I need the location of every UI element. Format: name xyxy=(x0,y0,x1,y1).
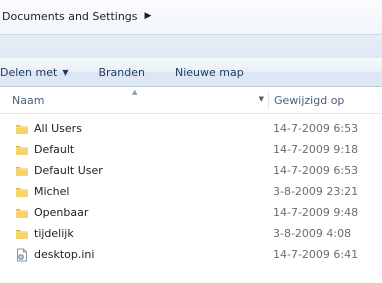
column-header-date-modified[interactable]: Gewijzigd op xyxy=(274,87,344,113)
address-bar: Documents and Settings ▶ xyxy=(0,0,382,34)
file-name: desktop.ini xyxy=(34,248,95,261)
folder-icon xyxy=(15,164,29,178)
list-item[interactable]: desktop.ini 14-7-2009 6:41 xyxy=(0,245,382,266)
file-date-modified: 3-8-2009 23:21 xyxy=(273,185,359,198)
share-with-button[interactable]: Delen met ▼ xyxy=(0,61,74,83)
file-name: tijdelijk xyxy=(34,227,74,240)
file-date-modified: 14-7-2009 9:48 xyxy=(273,206,359,219)
menu-band xyxy=(0,34,382,59)
burn-label: Branden xyxy=(98,65,145,79)
file-date-modified: 14-7-2009 6:41 xyxy=(273,248,359,261)
list-item[interactable]: Michel 3-8-2009 23:21 xyxy=(0,182,382,203)
new-folder-label: Nieuwe map xyxy=(175,65,244,79)
folder-icon xyxy=(15,185,29,199)
file-date-modified: 14-7-2009 6:53 xyxy=(273,122,359,135)
list-item[interactable]: All Users 14-7-2009 6:53 xyxy=(0,119,382,140)
folder-icon xyxy=(15,122,29,136)
file-name: All Users xyxy=(34,122,82,135)
breadcrumb[interactable]: Documents and Settings ▶ xyxy=(0,6,382,26)
column-header-name[interactable]: Naam ▲ ▼ xyxy=(0,87,268,113)
file-date-modified: 14-7-2009 6:53 xyxy=(273,164,359,177)
file-date-modified: 14-7-2009 9:18 xyxy=(273,143,359,156)
settings-file-icon xyxy=(15,248,29,262)
column-date-label: Gewijzigd op xyxy=(274,93,345,107)
share-with-label: Delen met xyxy=(0,65,58,79)
command-bar: Delen met ▼ Branden Nieuwe map xyxy=(0,58,382,87)
sort-ascending-icon: ▲ xyxy=(132,88,138,96)
list-item[interactable]: Default User 14-7-2009 6:53 xyxy=(0,161,382,182)
breadcrumb-item-documents-and-settings[interactable]: Documents and Settings xyxy=(0,10,138,23)
list-item[interactable]: tijdelijk 3-8-2009 4:08 xyxy=(0,224,382,245)
file-date-modified: 3-8-2009 4:08 xyxy=(273,227,352,240)
file-name: Default xyxy=(34,143,75,156)
file-list: All Users 14-7-2009 6:53 Default 14-7-20… xyxy=(0,119,382,266)
folder-icon xyxy=(15,206,29,220)
column-divider[interactable] xyxy=(268,90,269,110)
new-folder-button[interactable]: Nieuwe map xyxy=(169,61,250,83)
list-item[interactable]: Default 14-7-2009 9:18 xyxy=(0,140,382,161)
file-name: Default User xyxy=(34,164,103,177)
chevron-down-icon: ▼ xyxy=(62,67,69,77)
column-filter-dropdown-icon[interactable]: ▼ xyxy=(259,95,264,103)
burn-button[interactable]: Branden xyxy=(92,61,151,83)
folder-icon xyxy=(15,227,29,241)
folder-icon xyxy=(15,143,29,157)
file-name: Openbaar xyxy=(34,206,89,219)
column-header: Naam ▲ ▼ Gewijzigd op xyxy=(0,87,382,114)
file-name: Michel xyxy=(34,185,70,198)
list-item[interactable]: Openbaar 14-7-2009 9:48 xyxy=(0,203,382,224)
column-name-label: Naam xyxy=(12,93,45,107)
chevron-right-icon[interactable]: ▶ xyxy=(145,11,152,21)
